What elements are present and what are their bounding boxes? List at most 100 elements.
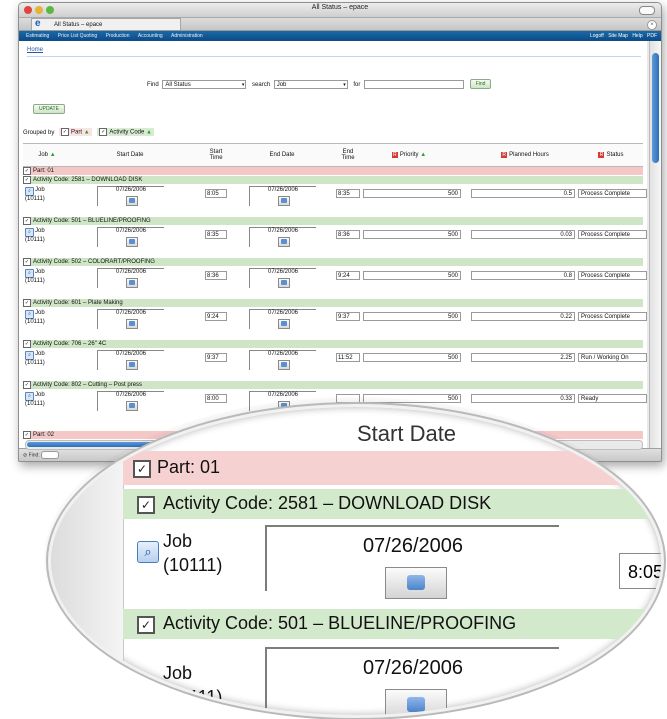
calendar-icon[interactable] (278, 319, 290, 329)
job-label[interactable]: Job (35, 269, 45, 275)
end-time-input[interactable]: 8:36 (336, 230, 360, 239)
find-button[interactable]: Find (469, 79, 492, 89)
help-link[interactable]: Help (632, 33, 642, 39)
start-time-input[interactable]: 9:37 (205, 353, 227, 362)
job-label[interactable]: Job (35, 392, 45, 398)
checkbox[interactable]: ✓ (23, 381, 31, 389)
checkbox[interactable]: ✓ (23, 167, 31, 175)
checkbox[interactable]: ✓ (61, 128, 70, 136)
remove-column-icon[interactable]: R (598, 152, 605, 158)
planned-hours-input[interactable]: 0.22 (471, 312, 575, 321)
group-activity-tag[interactable]: ✓ Activity Code ▲ (97, 128, 154, 136)
checkbox[interactable]: ✓ (23, 431, 31, 439)
col-planned-hours[interactable]: R Planned Hours (473, 144, 577, 166)
calendar-icon[interactable] (278, 278, 290, 288)
status-select[interactable]: Process Complete (578, 271, 647, 280)
remove-column-icon[interactable]: R (391, 152, 398, 158)
for-input[interactable] (364, 79, 465, 89)
magnify-job-icon[interactable]: ⌕ (25, 351, 34, 360)
start-date-field[interactable]: 07/26/2006 (97, 186, 164, 206)
calendar-icon[interactable] (278, 196, 290, 206)
home-link[interactable]: Home (27, 47, 43, 53)
find-select[interactable]: All Status ▾ (162, 79, 247, 89)
calendar-icon[interactable] (126, 237, 138, 247)
checkbox[interactable]: ✓ (23, 217, 31, 225)
start-date-field[interactable]: 07/26/2006 (97, 227, 164, 247)
end-time-input[interactable]: 9:24 (336, 271, 360, 280)
end-time-input[interactable]: 11:52 (336, 353, 360, 362)
end-time-input[interactable]: 8:35 (336, 189, 360, 198)
checkbox[interactable]: ✓ (99, 128, 108, 136)
calendar-icon[interactable] (278, 237, 290, 247)
magnify-job-icon[interactable]: ⌕ (25, 310, 34, 319)
nav-estimating[interactable]: Estimating (26, 31, 49, 41)
start-time-input[interactable]: 8:35 (205, 230, 227, 239)
nav-price-list-quoting[interactable]: Price List Quoting (58, 31, 97, 41)
end-date-field[interactable]: 07/26/2006 (249, 309, 316, 329)
vertical-scrollbar[interactable] (649, 41, 661, 449)
logoff-link[interactable]: Logoff (590, 33, 604, 39)
start-time-input[interactable]: 8:00 (205, 394, 227, 403)
planned-hours-input[interactable]: 0.8 (471, 271, 575, 280)
priority-input[interactable]: 500 (363, 271, 461, 280)
col-status[interactable]: R Status (579, 144, 643, 166)
col-priority[interactable]: R Priority ▲ (371, 144, 447, 166)
job-label[interactable]: Job (35, 187, 45, 193)
end-date-field[interactable]: 07/26/2006 (249, 350, 316, 370)
calendar-icon[interactable] (385, 689, 447, 715)
checkbox[interactable]: ✓ (23, 299, 31, 307)
status-select[interactable]: Process Complete (578, 230, 647, 239)
end-date-field[interactable]: 07/26/2006 (249, 186, 316, 206)
calendar-icon[interactable] (126, 360, 138, 370)
search-select[interactable]: Job ▾ (273, 79, 348, 89)
magnify-job-icon[interactable]: ⌕ (137, 681, 159, 703)
planned-hours-input[interactable]: 0.5 (471, 189, 575, 198)
magnified-start-time[interactable]: 8:05 (619, 553, 661, 589)
start-time-input[interactable]: 9:24 (205, 312, 227, 321)
status-select[interactable]: Run / Working On (578, 353, 647, 362)
toolbar-toggle-button[interactable] (639, 6, 655, 15)
checkbox[interactable]: ✓ (23, 340, 31, 348)
remove-column-icon[interactable]: R (501, 152, 508, 158)
update-button[interactable]: UPDATE (33, 104, 65, 114)
browser-tab[interactable]: e All Status – epace (31, 18, 181, 30)
planned-hours-input[interactable]: 0.03 (471, 230, 575, 239)
magnify-job-icon[interactable]: ⌕ (137, 541, 159, 563)
magnify-job-icon[interactable]: ⌕ (25, 269, 34, 278)
priority-input[interactable]: 500 (363, 230, 461, 239)
nav-production[interactable]: Production (106, 31, 130, 41)
priority-input[interactable]: 500 (363, 189, 461, 198)
checkbox[interactable]: ✓ (23, 258, 31, 266)
end-date-field[interactable]: 07/26/2006 (249, 227, 316, 247)
magnify-job-icon[interactable]: ⌕ (25, 228, 34, 237)
start-time-input[interactable]: 8:36 (205, 271, 227, 280)
checkbox[interactable]: ✓ (133, 460, 151, 478)
col-start-time[interactable]: Start Time (205, 144, 227, 166)
stop-icon[interactable]: ⊘ (23, 452, 27, 458)
job-label[interactable]: Job (35, 351, 45, 357)
job-label[interactable]: Job (35, 310, 45, 316)
job-label[interactable]: Job (35, 228, 45, 234)
status-select[interactable]: Process Complete (578, 189, 647, 198)
planned-hours-input[interactable]: 0.33 (471, 394, 575, 403)
checkbox[interactable]: ✓ (137, 616, 155, 634)
calendar-icon[interactable] (126, 196, 138, 206)
group-part-tag[interactable]: ✓ Part ▲ (59, 128, 92, 136)
col-job[interactable]: Job ▲ (23, 144, 71, 166)
pdf-link[interactable]: PDF (647, 33, 657, 39)
start-date-field[interactable]: 07/26/2006 (97, 309, 164, 329)
start-time-input[interactable]: 8:05 (205, 189, 227, 198)
start-date-field[interactable]: 07/26/2006 (97, 268, 164, 288)
checkbox[interactable]: ✓ (23, 176, 31, 184)
priority-input[interactable]: 500 (363, 312, 461, 321)
magnify-job-icon[interactable]: ⌕ (25, 392, 34, 401)
magnify-job-icon[interactable]: ⌕ (25, 187, 34, 196)
col-end-date[interactable]: End Date (249, 144, 315, 166)
status-select[interactable]: Ready (578, 394, 647, 403)
status-select[interactable]: Process Complete (578, 312, 647, 321)
calendar-icon[interactable] (385, 567, 447, 599)
checkbox[interactable]: ✓ (137, 496, 155, 514)
col-start-date[interactable]: Start Date (97, 144, 163, 166)
calendar-icon[interactable] (126, 278, 138, 288)
planned-hours-input[interactable]: 2.25 (471, 353, 575, 362)
